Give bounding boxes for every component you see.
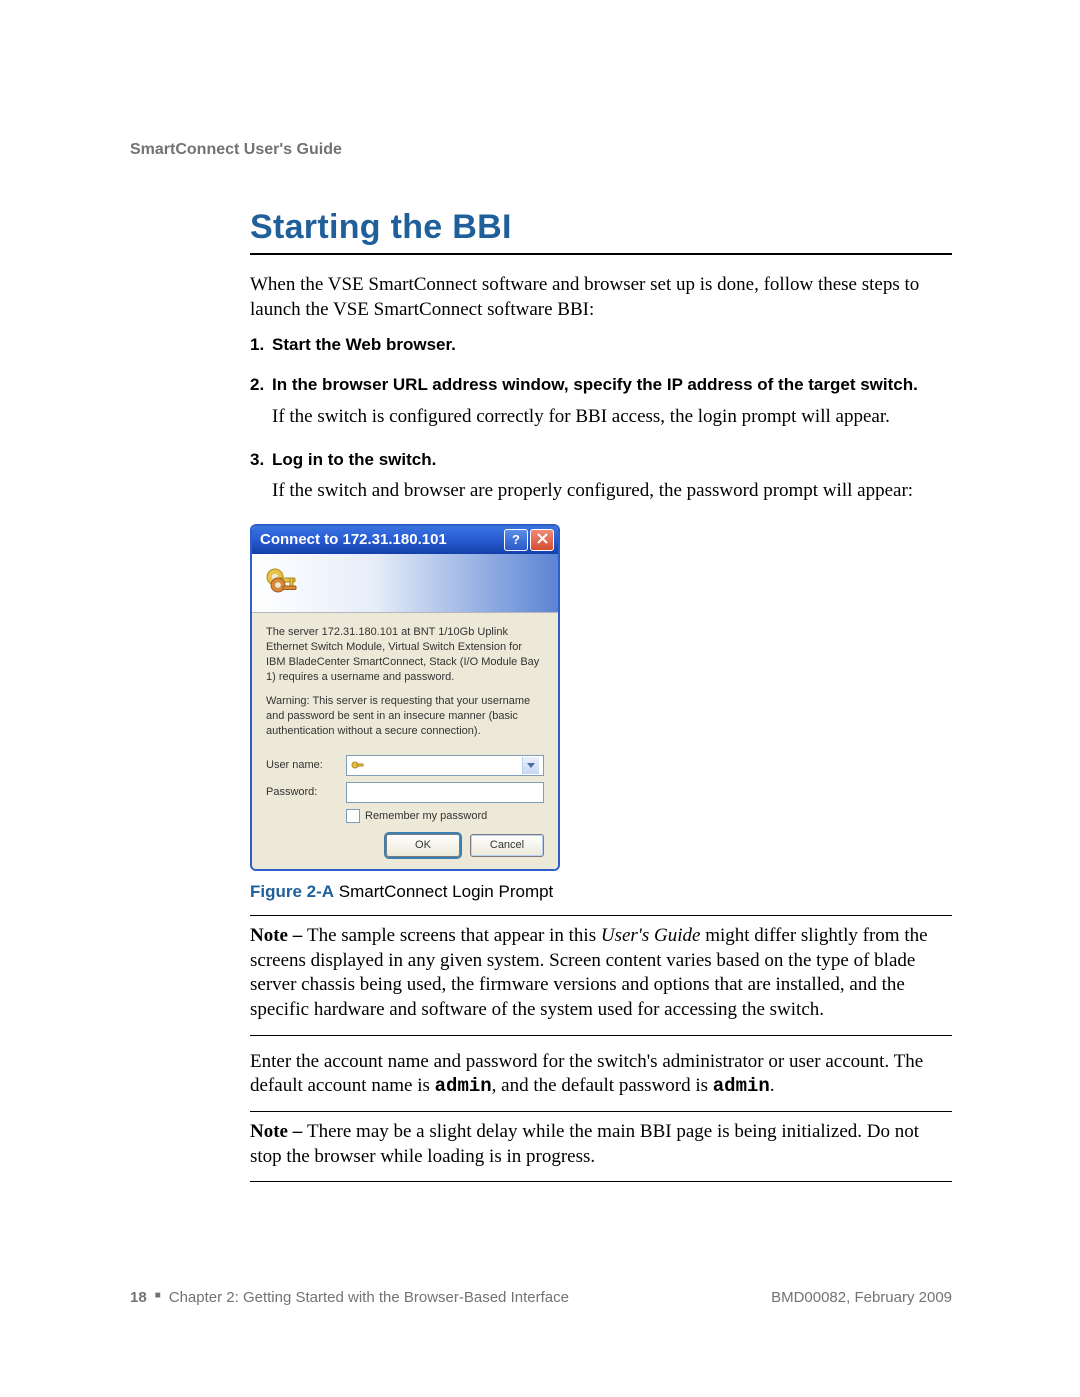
dialog-warning-text: Warning: This server is requesting that … bbox=[266, 694, 544, 739]
step-text: If the switch is configured correctly fo… bbox=[272, 405, 952, 430]
note-prefix: Note – bbox=[250, 925, 307, 946]
help-icon: ? bbox=[512, 532, 520, 549]
close-icon bbox=[537, 532, 548, 549]
chapter-label: Chapter 2: Getting Started with the Brow… bbox=[169, 1288, 569, 1308]
dialog-banner bbox=[252, 554, 558, 613]
note-rule-top bbox=[250, 1111, 952, 1112]
footer-separator-icon: ■ bbox=[155, 1289, 161, 1302]
default-password: admin bbox=[713, 1075, 770, 1097]
account-text: . bbox=[770, 1075, 775, 1096]
step-title: Log in to the switch. bbox=[272, 449, 952, 471]
step-number: 2. bbox=[250, 374, 272, 439]
remember-password-checkbox[interactable] bbox=[346, 809, 360, 823]
account-text: , and the default password is bbox=[492, 1075, 713, 1096]
note-italic: User's Guide bbox=[601, 925, 701, 946]
login-dialog: Connect to 172.31.180.101 ? bbox=[250, 524, 560, 871]
note-text: Note – The sample screens that appear in… bbox=[250, 924, 952, 1023]
step-number: 3. bbox=[250, 449, 272, 514]
title-rule bbox=[250, 253, 952, 255]
note-rule-bottom bbox=[250, 1181, 952, 1182]
username-label: User name: bbox=[266, 758, 346, 773]
close-button[interactable] bbox=[530, 529, 554, 551]
ok-label: OK bbox=[415, 838, 431, 853]
dialog-server-text: The server 172.31.180.101 at BNT 1/10Gb … bbox=[266, 625, 544, 684]
figure-caption: Figure 2-A SmartConnect Login Prompt bbox=[250, 881, 952, 903]
ok-button[interactable]: OK bbox=[386, 834, 460, 857]
keys-icon bbox=[262, 563, 302, 603]
figure-text: SmartConnect Login Prompt bbox=[334, 882, 553, 901]
cancel-label: Cancel bbox=[490, 838, 524, 853]
figure-label: Figure 2-A bbox=[250, 882, 334, 901]
running-header: SmartConnect User's Guide bbox=[130, 140, 952, 161]
account-instructions: Enter the account name and password for … bbox=[250, 1050, 952, 1099]
page-footer: 18 ■ Chapter 2: Getting Started with the… bbox=[130, 1288, 952, 1308]
doc-id: BMD00082, February 2009 bbox=[771, 1288, 952, 1308]
key-icon bbox=[351, 759, 365, 771]
password-label: Password: bbox=[266, 785, 346, 800]
note-rule-bottom bbox=[250, 1035, 952, 1036]
default-username: admin bbox=[435, 1075, 492, 1097]
username-field[interactable] bbox=[346, 755, 544, 776]
note-body: There may be a slight delay while the ma… bbox=[250, 1121, 919, 1167]
step-number: 1. bbox=[250, 334, 272, 364]
note-body: The sample screens that appear in this bbox=[307, 925, 601, 946]
chevron-down-icon[interactable] bbox=[522, 757, 539, 774]
cancel-button[interactable]: Cancel bbox=[470, 834, 544, 857]
section-title: Starting the BBI bbox=[250, 205, 952, 249]
note-rule-top bbox=[250, 915, 952, 916]
step-title: Start the Web browser. bbox=[272, 334, 952, 356]
note-text: Note – There may be a slight delay while… bbox=[250, 1120, 952, 1169]
dialog-title: Connect to 172.31.180.101 bbox=[260, 530, 502, 550]
password-field[interactable] bbox=[346, 782, 544, 803]
dialog-titlebar: Connect to 172.31.180.101 ? bbox=[252, 526, 558, 554]
step-text: If the switch and browser are properly c… bbox=[272, 479, 952, 504]
step-title: In the browser URL address window, speci… bbox=[272, 374, 952, 396]
help-button[interactable]: ? bbox=[504, 529, 528, 551]
page-number: 18 bbox=[130, 1288, 147, 1308]
note-prefix: Note – bbox=[250, 1121, 307, 1142]
remember-password-label: Remember my password bbox=[365, 809, 487, 824]
intro-text: When the VSE SmartConnect software and b… bbox=[250, 273, 952, 322]
